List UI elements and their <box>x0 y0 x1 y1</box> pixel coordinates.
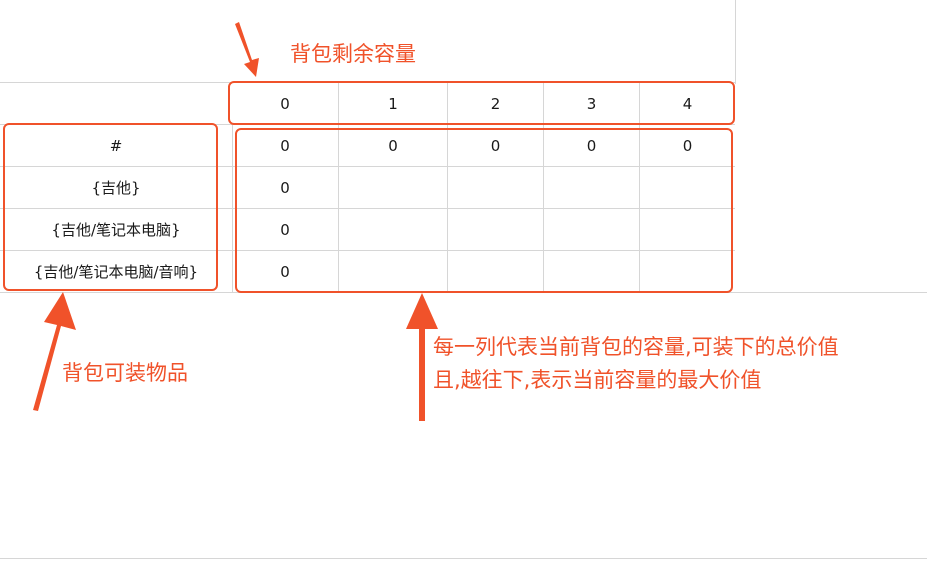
items-arrow <box>33 292 76 411</box>
items-label: 背包可装物品 <box>62 361 188 385</box>
capacity-title: 背包剩余容量 <box>290 42 416 66</box>
annotation-arrows <box>33 22 438 421</box>
capacity-arrow <box>235 22 259 77</box>
explanation-line-1: 每一列代表当前背包的容量,可装下的总价值 <box>433 335 839 359</box>
explanation-line-2: 且,越往下,表示当前容量的最大价值 <box>433 368 762 392</box>
